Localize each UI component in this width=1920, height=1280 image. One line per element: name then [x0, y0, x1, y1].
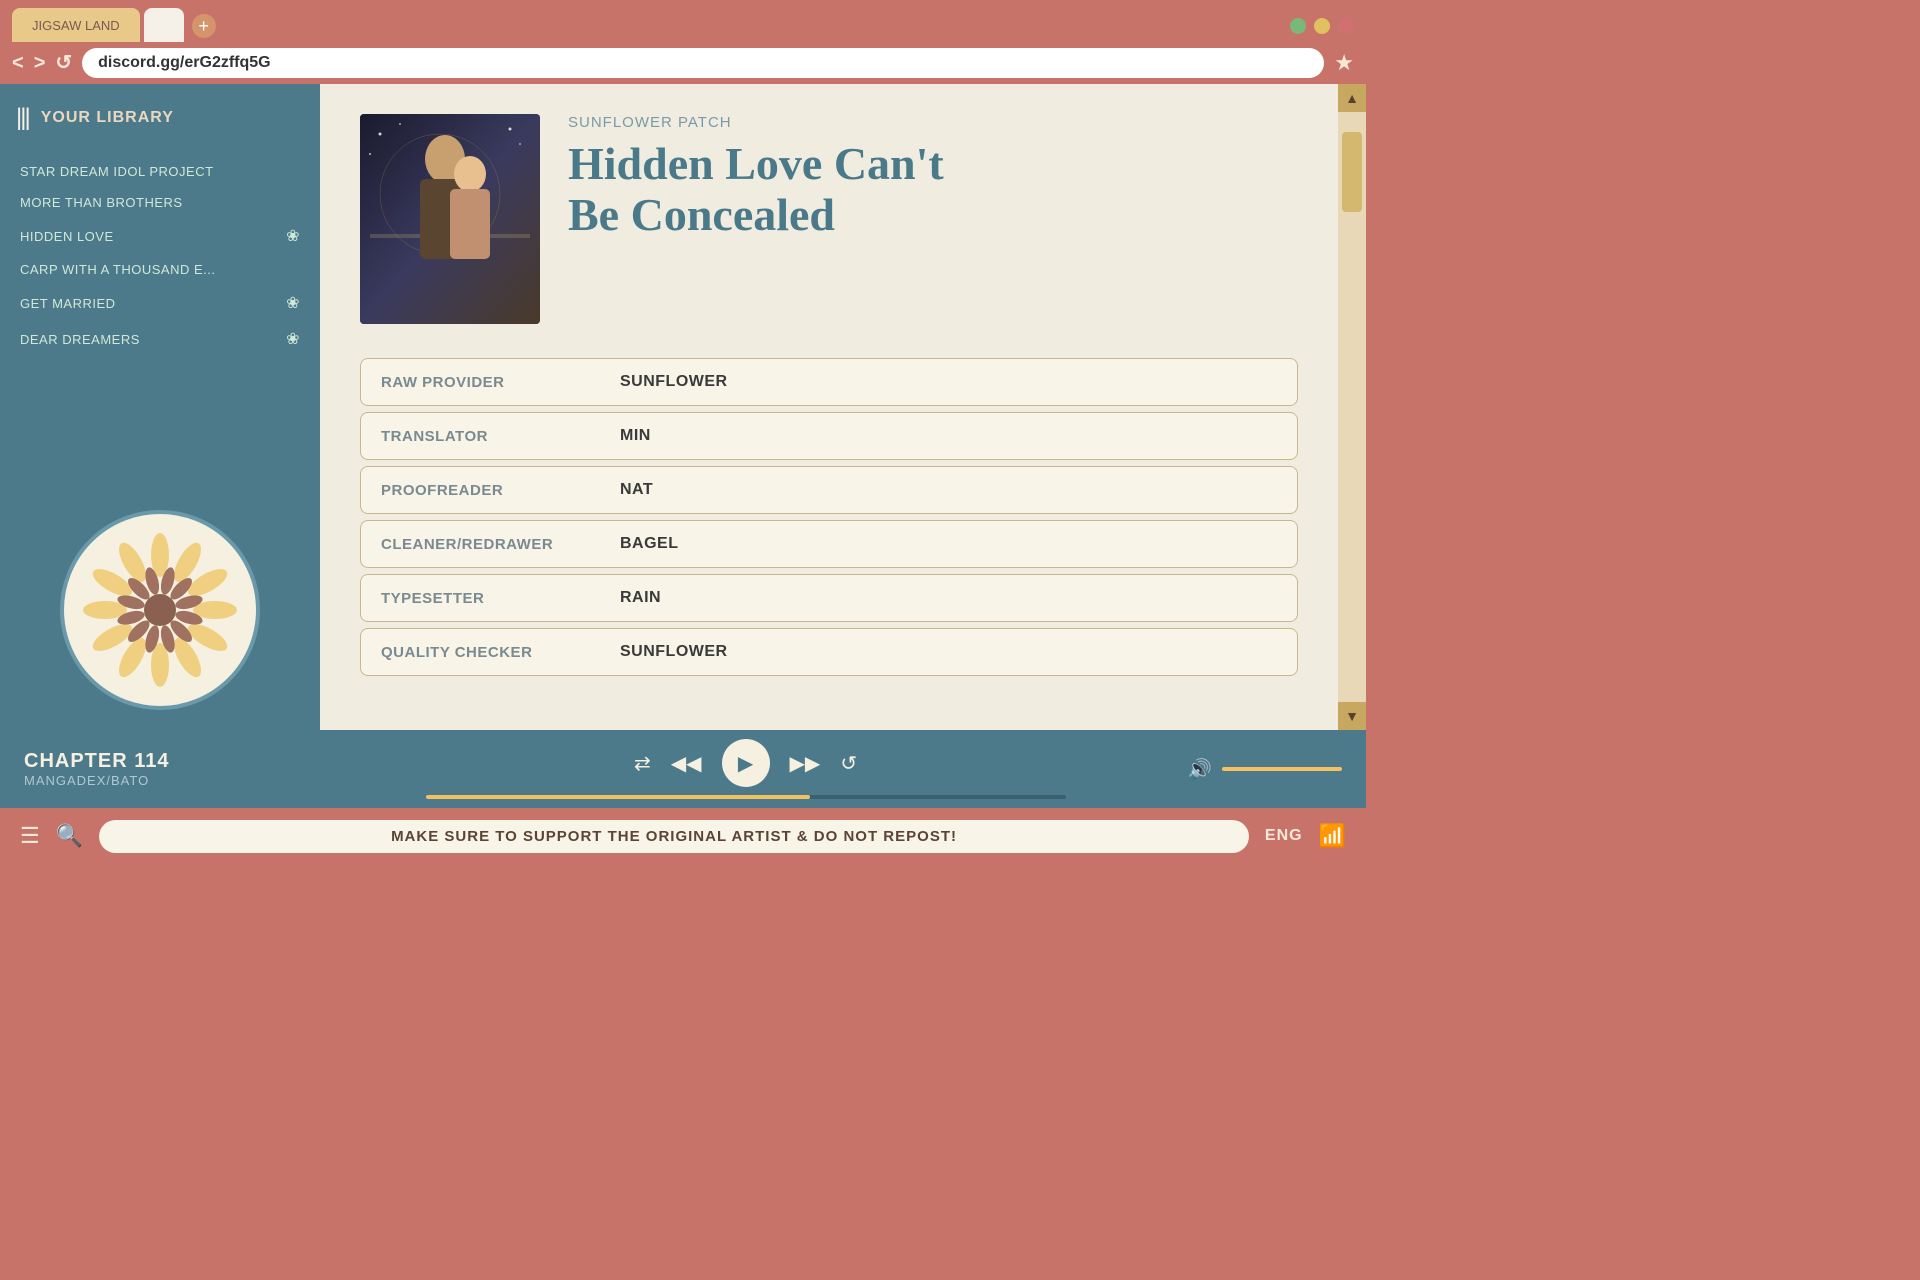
scroll-down-button[interactable]: ▼ [1338, 702, 1366, 730]
sidebar: ||| YOUR LIBRARY STAR DREAM IDOL PROJECT… [0, 84, 320, 730]
right-panel: SUNFLOWER PATCH Hidden Love Can't Be Con… [320, 84, 1338, 730]
refresh-button[interactable]: ↺ [55, 53, 72, 73]
library-header: ||| YOUR LIBRARY [16, 104, 304, 132]
credit-name: MIN [600, 412, 1298, 460]
table-row: TYPESETTER RAIN [360, 574, 1298, 622]
minimize-button[interactable] [1290, 18, 1306, 34]
manga-header: SUNFLOWER PATCH Hidden Love Can't Be Con… [360, 114, 1298, 324]
inactive-tab-label: JIGSAW LAND [32, 18, 120, 33]
list-item[interactable]: STAR DREAM IDOL PROJECT [16, 156, 304, 187]
role-label: TYPESETTER [360, 574, 600, 622]
sidebar-logo [16, 510, 304, 710]
role-label: QUALITY CHECKER [360, 628, 600, 676]
player-bar: CHAPTER 114 MANGADEX/BATO ⇄ ◀◀ ▶ ▶▶ ↺ 🔊 [0, 730, 1366, 808]
heart-icon: ❀ [286, 329, 300, 349]
previous-button[interactable]: ◀◀ [671, 751, 702, 776]
repeat-button[interactable]: ↺ [840, 751, 857, 776]
list-item[interactable]: MORE THAN BROTHERS [16, 187, 304, 218]
close-button[interactable] [1338, 18, 1354, 34]
table-row: TRANSLATOR MIN [360, 412, 1298, 460]
manga-info: SUNFLOWER PATCH Hidden Love Can't Be Con… [568, 114, 1298, 240]
progress-bar[interactable] [426, 795, 1066, 799]
source-label: MANGADEX/BATO [24, 773, 304, 788]
credit-name: BAGEL [600, 520, 1298, 568]
scrollbar[interactable]: ▲ ▼ [1338, 84, 1366, 730]
list-item[interactable]: DEAR DREAMERS ❀ [16, 321, 304, 357]
table-row: QUALITY CHECKER SUNFLOWER [360, 628, 1298, 676]
role-label: RAW PROVIDER [360, 358, 600, 406]
scroll-thumb[interactable] [1342, 132, 1362, 212]
manga-cover [360, 114, 540, 324]
shuffle-button[interactable]: ⇄ [634, 751, 651, 776]
credits-table: RAW PROVIDER SUNFLOWER TRANSLATOR MIN PR… [360, 352, 1298, 682]
table-row: CLEANER/REDRAWER BAGEL [360, 520, 1298, 568]
nav-bar: < > ↺ discord.gg/erG2zffq5G ★ [0, 42, 1366, 84]
player-info: CHAPTER 114 MANGADEX/BATO [24, 750, 304, 788]
table-row: RAW PROVIDER SUNFLOWER [360, 358, 1298, 406]
volume-bar[interactable] [1222, 767, 1342, 771]
credit-name: NAT [600, 466, 1298, 514]
bookmark-button[interactable]: ★ [1334, 50, 1354, 76]
address-bar[interactable]: discord.gg/erG2zffq5G [82, 48, 1324, 78]
progress-fill [426, 795, 810, 799]
search-icon[interactable]: 🔍 [56, 823, 83, 849]
menu-icon[interactable]: ☰ [20, 823, 40, 849]
volume-icon: 🔊 [1187, 757, 1212, 782]
window-controls [1290, 18, 1354, 42]
language-button[interactable]: ENG [1265, 827, 1303, 845]
library-icon: ||| [16, 104, 29, 132]
table-row: PROOFREADER NAT [360, 466, 1298, 514]
credit-name: SUNFLOWER [600, 628, 1298, 676]
credit-name: RAIN [600, 574, 1298, 622]
inactive-tab[interactable]: JIGSAW LAND [12, 8, 140, 42]
active-tab[interactable] [144, 8, 184, 42]
scroll-up-button[interactable]: ▲ [1338, 84, 1366, 112]
play-button[interactable]: ▶ [722, 739, 770, 787]
heart-icon: ❀ [286, 226, 300, 246]
new-tab-button[interactable]: + [192, 14, 216, 38]
group-name: SUNFLOWER PATCH [568, 114, 1298, 131]
list-item[interactable]: CARP WITH A THOUSAND E... [16, 254, 304, 285]
controls-row: ⇄ ◀◀ ▶ ▶▶ ↺ [634, 739, 857, 787]
chapter-label: CHAPTER 114 [24, 750, 304, 773]
role-label: PROOFREADER [360, 466, 600, 514]
library-list: STAR DREAM IDOL PROJECT MORE THAN BROTHE… [16, 156, 304, 494]
status-message: MAKE SURE TO SUPPORT THE ORIGINAL ARTIST… [99, 820, 1249, 853]
credit-name: SUNFLOWER [600, 358, 1298, 406]
status-bar: ☰ 🔍 MAKE SURE TO SUPPORT THE ORIGINAL AR… [0, 808, 1366, 864]
forward-button[interactable]: > [34, 53, 46, 73]
next-button[interactable]: ▶▶ [790, 751, 821, 776]
maximize-button[interactable] [1314, 18, 1330, 34]
manga-title: Hidden Love Can't Be Concealed [568, 139, 1298, 240]
sunflower-emblem [60, 510, 260, 710]
volume-control: 🔊 [1187, 757, 1342, 782]
wifi-icon: 📶 [1319, 823, 1346, 849]
role-label: TRANSLATOR [360, 412, 600, 460]
list-item[interactable]: HIDDEN LOVE ❀ [16, 218, 304, 254]
heart-icon: ❀ [286, 293, 300, 313]
library-title: YOUR LIBRARY [41, 109, 174, 127]
role-label: CLEANER/REDRAWER [360, 520, 600, 568]
back-button[interactable]: < [12, 53, 24, 73]
list-item[interactable]: GET MARRIED ❀ [16, 285, 304, 321]
player-controls: ⇄ ◀◀ ▶ ▶▶ ↺ [324, 739, 1167, 799]
